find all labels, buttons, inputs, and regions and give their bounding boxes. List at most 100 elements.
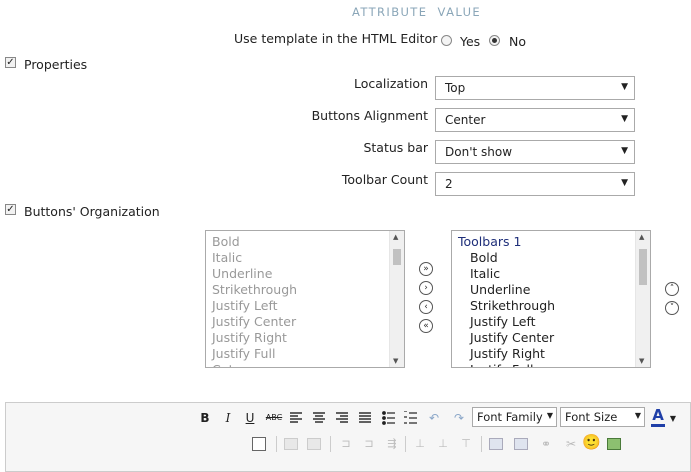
toolbar-group-label[interactable]: Toolbars 1 — [458, 234, 555, 250]
chevron-down-icon: ▼ — [621, 178, 628, 188]
insert-row-before-icon[interactable]: ⊐ — [337, 436, 355, 452]
chevron-down-icon: ▼ — [621, 114, 628, 124]
list-item[interactable]: Bold — [470, 250, 555, 266]
template-yes-label: Yes — [460, 34, 481, 49]
template-label: Use template in the HTML Editor — [234, 31, 438, 46]
underline-button[interactable]: U — [243, 410, 257, 426]
chevron-down-icon: ▼ — [634, 411, 641, 420]
list-item[interactable]: Justify Left — [470, 314, 555, 330]
available-buttons-list[interactable]: Bold Italic Underline Strikethrough Justify … — [205, 230, 405, 368]
move-left-button[interactable]: ‹ — [419, 300, 433, 314]
list-item[interactable]: Bold — [212, 234, 297, 250]
move-right-button[interactable]: › — [419, 281, 433, 295]
separator — [276, 436, 277, 452]
justify-center-icon — [313, 412, 325, 423]
buttons-alignment-select[interactable]: Center ▼ — [435, 108, 635, 132]
unlink-icon[interactable]: ✂ — [562, 436, 580, 452]
list-item[interactable]: Justify Center — [470, 330, 555, 346]
list-item[interactable]: Strikethrough — [212, 282, 297, 298]
organization-checkbox[interactable]: ✓ — [5, 204, 16, 215]
merge-cells-icon[interactable] — [514, 438, 528, 450]
toolbar-count-select[interactable]: 2 ▼ — [435, 172, 635, 196]
list-item[interactable]: Justify Full — [212, 346, 297, 362]
insert-row-after-icon[interactable]: ⊐ — [360, 436, 378, 452]
list-item[interactable]: Cut — [212, 362, 297, 367]
template-no-label: No — [509, 34, 526, 49]
redo-icon[interactable]: ↷ — [452, 410, 466, 426]
organization-label: Buttons' Organization — [24, 204, 160, 219]
bold-button[interactable]: B — [198, 410, 212, 426]
font-family-select[interactable]: Font Family ▼ — [472, 407, 557, 427]
list-item[interactable]: Justify Left — [212, 298, 297, 314]
properties-checkbox[interactable]: ✓ — [5, 57, 16, 68]
split-cells-icon[interactable] — [489, 438, 503, 450]
smiley-icon[interactable]: 🙂 — [582, 434, 601, 450]
attribute-header: ATTRIBUTE — [352, 5, 428, 19]
html-editor-preview: B I U ABC ↶ ↷ Font Family ▼ Font Size ▼ A … — [5, 402, 691, 472]
scrollbar[interactable]: ▲ ▼ — [635, 231, 650, 367]
chevron-down-icon[interactable]: ▼ — [668, 411, 678, 427]
value-header: VALUE — [437, 5, 482, 19]
justify-icons[interactable] — [290, 412, 374, 424]
justify-full-icon — [359, 412, 371, 423]
scrollbar[interactable]: ▲ ▼ — [389, 231, 404, 367]
scroll-up-icon[interactable]: ▲ — [639, 233, 644, 241]
list-item[interactable]: Underline — [470, 282, 555, 298]
scroll-thumb[interactable] — [393, 249, 401, 265]
scroll-down-icon[interactable]: ▼ — [639, 357, 644, 365]
buttons-alignment-label: Buttons Alignment — [311, 108, 428, 123]
localization-select[interactable]: Top ▼ — [435, 76, 635, 100]
status-bar-select[interactable]: Don't show ▼ — [435, 140, 635, 164]
edit-source-icon[interactable] — [252, 437, 266, 451]
delete-row-icon[interactable]: ⇶ — [383, 436, 401, 452]
table-props-icon[interactable] — [307, 438, 321, 450]
chevron-down-icon: ▼ — [546, 411, 553, 420]
template-no-radio[interactable] — [489, 35, 500, 46]
scroll-down-icon[interactable]: ▼ — [393, 357, 398, 365]
list-item[interactable]: Justify Full — [470, 362, 555, 367]
insert-col-before-icon[interactable]: ⊥ — [411, 436, 429, 452]
list-item[interactable]: Italic — [470, 266, 555, 282]
font-size-select[interactable]: Font Size ▼ — [560, 407, 645, 427]
strikethrough-button[interactable]: ABC — [264, 410, 284, 426]
toolbar-buttons-list[interactable]: Toolbars 1 Bold Italic Underline Strikethro… — [451, 230, 651, 368]
font-family-value: Font Family — [477, 410, 543, 424]
italic-button[interactable]: I — [221, 410, 235, 426]
list-item[interactable]: Justify Right — [212, 330, 297, 346]
bullet-list-icon — [382, 411, 395, 425]
list-item[interactable]: Strikethrough — [470, 298, 555, 314]
font-size-value: Font Size — [565, 410, 618, 424]
move-up-button[interactable]: ˄ — [665, 282, 679, 296]
justify-left-icon — [290, 412, 302, 423]
separator — [405, 436, 406, 452]
justify-right-icon — [336, 412, 348, 423]
list-item[interactable]: Underline — [212, 266, 297, 282]
toolbar-count-value: 2 — [445, 177, 453, 191]
scroll-thumb[interactable] — [639, 249, 647, 285]
buttons-alignment-value: Center — [445, 113, 486, 127]
link-icon[interactable]: ⚭ — [537, 436, 555, 452]
move-all-left-button[interactable]: « — [419, 319, 433, 333]
status-bar-label: Status bar — [363, 140, 428, 155]
undo-icon[interactable]: ↶ — [427, 410, 441, 426]
table-icon[interactable] — [284, 438, 298, 450]
status-bar-value: Don't show — [445, 145, 513, 159]
localization-label: Localization — [353, 76, 428, 91]
chevron-down-icon: ▼ — [621, 146, 628, 156]
list-item[interactable]: Justify Center — [212, 314, 297, 330]
localization-value: Top — [445, 81, 466, 95]
numbered-list-icon — [404, 411, 417, 424]
template-yes-radio[interactable] — [441, 35, 452, 46]
list-item[interactable]: Italic — [212, 250, 297, 266]
insert-col-after-icon[interactable]: ⊥ — [434, 436, 452, 452]
scroll-up-icon[interactable]: ▲ — [393, 233, 398, 241]
move-down-button[interactable]: ˅ — [665, 301, 679, 315]
delete-col-icon[interactable]: ⊤ — [457, 436, 475, 452]
image-icon[interactable] — [607, 438, 621, 450]
list-icons[interactable] — [382, 411, 422, 425]
list-item[interactable]: Justify Right — [470, 346, 555, 362]
column-header: ATTRIBUTE VALUE — [352, 5, 481, 19]
toolbar-count-label: Toolbar Count — [341, 172, 428, 187]
font-color-button[interactable]: A — [651, 408, 665, 427]
move-all-right-button[interactable]: » — [419, 262, 433, 276]
